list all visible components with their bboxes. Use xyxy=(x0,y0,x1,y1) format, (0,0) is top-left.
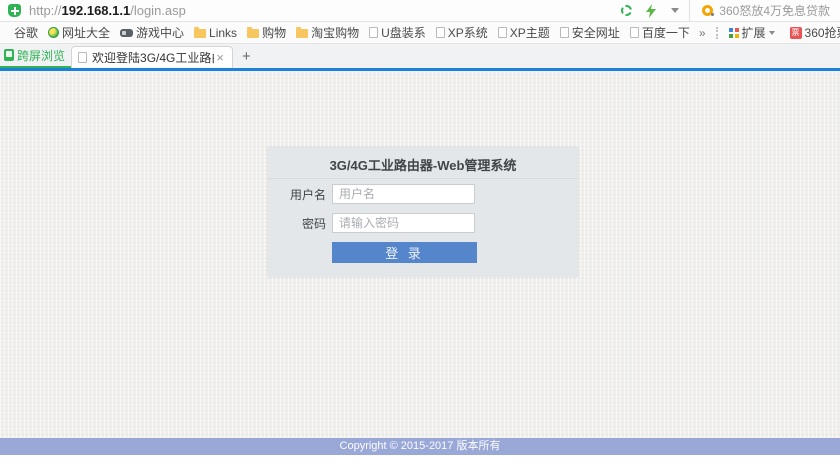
bookmark-label: U盘装系 xyxy=(381,24,426,41)
bookmark-label: 百度一下 xyxy=(642,24,690,41)
extensions-grid-icon xyxy=(729,28,739,38)
bookmark-label: XP主题 xyxy=(510,24,550,41)
url-host: 192.168.1.1 xyxy=(62,3,131,18)
divider-dotted xyxy=(716,27,718,39)
bookmark-folder-taobao[interactable]: 淘宝购物 xyxy=(296,24,359,41)
site-safety-shield-icon[interactable] xyxy=(8,4,21,17)
url-path: /login.asp xyxy=(130,3,186,18)
toolbar-right-items: 扩展 票360抢票王 VIP看看 ¥网银 Aa翻译 xyxy=(710,24,840,41)
bookmarks-bar: 谷歌 网址大全 游戏中心 Links 购物 淘宝购物 U盘装系 XP系统 XP主… xyxy=(0,22,840,44)
tab-title: 欢迎登陆3G/4G工业路由器 xyxy=(92,49,214,66)
bookmark-safe-sites[interactable]: 安全网址 xyxy=(560,24,620,41)
bookmark-xp-theme[interactable]: XP主题 xyxy=(498,24,550,41)
cross-screen-browse-button[interactable]: 跨屏浏览 xyxy=(0,44,71,68)
bookmark-folder-shopping[interactable]: 购物 xyxy=(247,24,286,41)
url-text[interactable]: http://192.168.1.1/login.asp xyxy=(29,3,186,18)
refresh-proxy-icon[interactable] xyxy=(621,5,632,16)
bookmark-label: 安全网址 xyxy=(572,24,620,41)
address-bar-actions: 360怒放4万免息贷款 xyxy=(614,0,834,21)
page-icon xyxy=(560,27,569,38)
chevron-down-icon[interactable] xyxy=(671,8,679,13)
bookmark-game-center[interactable]: 游戏中心 xyxy=(120,24,184,41)
password-input[interactable] xyxy=(332,213,475,233)
site-directory-icon xyxy=(48,27,59,38)
folder-icon xyxy=(194,29,206,38)
password-label: 密码 xyxy=(268,215,326,232)
bookmark-label: 网址大全 xyxy=(62,24,110,41)
folder-icon xyxy=(247,29,259,38)
copyright-footer: Copyright © 2015-2017 版本所有 xyxy=(0,438,840,455)
bookmark-folder-links[interactable]: Links xyxy=(194,26,237,40)
ticket-icon: 票 xyxy=(790,27,802,39)
url-prefix: http:// xyxy=(29,3,62,18)
router-login-page: 3G/4G工业路由器-Web管理系统 用户名 密码 登 录 Copyright … xyxy=(0,71,840,455)
bookmark-site-directory[interactable]: 网址大全 xyxy=(48,24,110,41)
new-tab-button[interactable]: + xyxy=(233,44,260,68)
bookmark-usb-system[interactable]: U盘装系 xyxy=(369,24,426,41)
username-label: 用户名 xyxy=(268,186,326,203)
page-icon xyxy=(630,27,639,38)
username-row: 用户名 xyxy=(268,184,578,204)
cross-screen-label: 跨屏浏览 xyxy=(17,47,65,64)
toolbar-label: 360抢票王 xyxy=(805,24,840,41)
browser-window: http://192.168.1.1/login.asp 360怒放4万免息贷款… xyxy=(0,0,840,472)
search-engine-360-icon[interactable] xyxy=(702,5,713,16)
ticket-grabber-button[interactable]: 票360抢票王 xyxy=(790,24,840,41)
bookmark-baidu[interactable]: 百度一下 xyxy=(630,24,690,41)
tab-bar: 跨屏浏览 欢迎登陆3G/4G工业路由器 × + xyxy=(0,44,840,68)
page-icon xyxy=(498,27,507,38)
bookmark-label: 游戏中心 xyxy=(136,24,184,41)
username-input[interactable] xyxy=(332,184,475,204)
page-icon xyxy=(436,27,445,38)
login-button[interactable]: 登 录 xyxy=(332,242,477,263)
extensions-button[interactable]: 扩展 xyxy=(729,24,780,41)
toolbar-label: 扩展 xyxy=(742,24,766,41)
bookmark-label: 谷歌 xyxy=(14,24,38,41)
login-panel-title: 3G/4G工业路由器-Web管理系统 xyxy=(268,153,578,179)
tab-active-router-login[interactable]: 欢迎登陆3G/4G工业路由器 × xyxy=(71,46,233,68)
search-suggestion-text[interactable]: 360怒放4万免息贷款 xyxy=(719,2,834,19)
divider xyxy=(689,0,690,22)
bookmark-xp-system[interactable]: XP系统 xyxy=(436,24,488,41)
gamepad-icon xyxy=(120,29,133,37)
bookmark-label: Links xyxy=(209,26,237,40)
address-bar[interactable]: http://192.168.1.1/login.asp 360怒放4万免息贷款 xyxy=(0,0,840,22)
bookmark-label: 购物 xyxy=(262,24,286,41)
folder-icon xyxy=(296,29,308,38)
tab-favicon-page-icon xyxy=(78,52,87,63)
bookmark-google[interactable]: 谷歌 xyxy=(11,24,38,41)
bookmark-label: 淘宝购物 xyxy=(311,24,359,41)
login-panel: 3G/4G工业路由器-Web管理系统 用户名 密码 登 录 xyxy=(268,147,578,277)
chevron-down-icon[interactable] xyxy=(769,31,775,35)
password-row: 密码 xyxy=(268,213,578,233)
tab-close-icon[interactable]: × xyxy=(214,50,226,65)
bookmarks-overflow-button[interactable]: » xyxy=(699,26,706,40)
bookmark-label: XP系统 xyxy=(448,24,488,41)
cross-screen-icon xyxy=(4,49,14,61)
lightning-speed-icon[interactable] xyxy=(645,4,657,18)
page-icon xyxy=(369,27,378,38)
